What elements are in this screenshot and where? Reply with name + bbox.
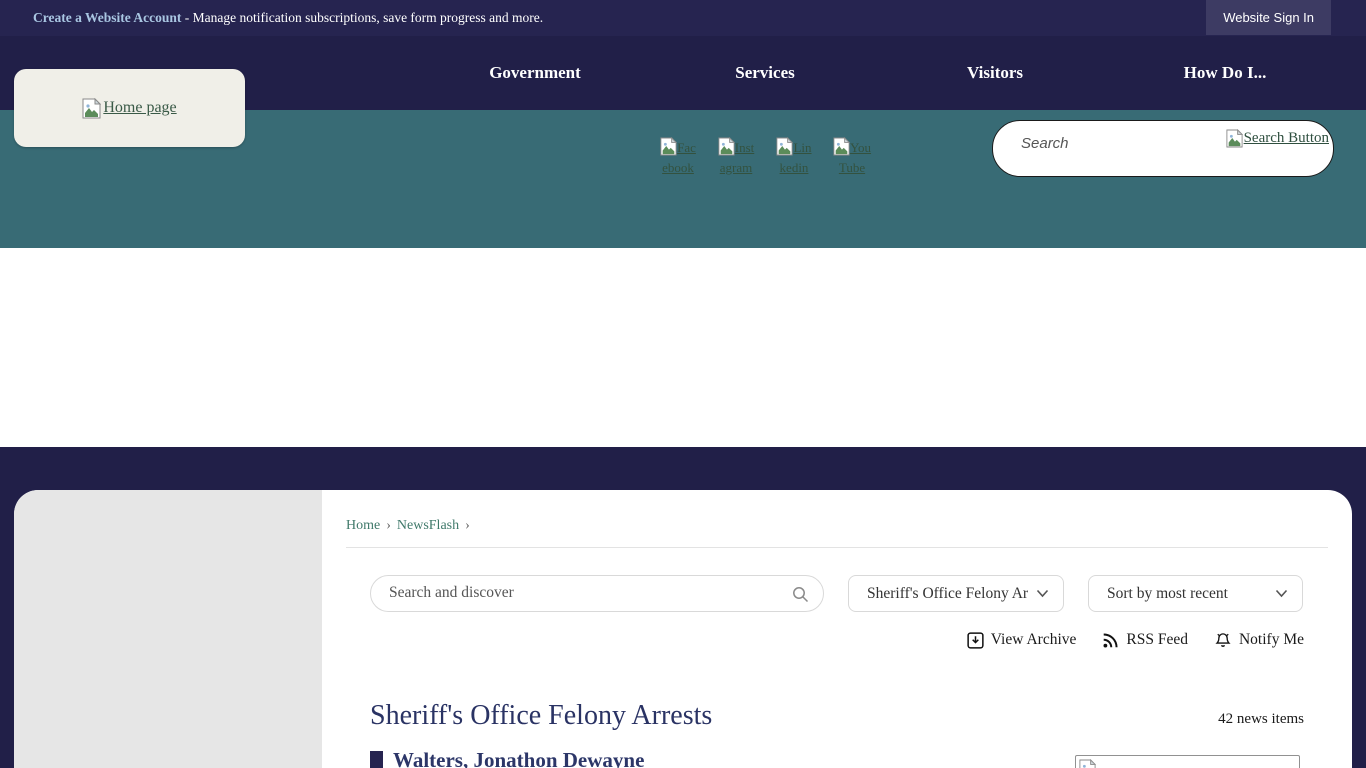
news-search-input[interactable]: [389, 584, 769, 602]
breadcrumb-separator: ›: [465, 518, 470, 533]
heading-row: Sheriff's Office Felony Arrests 42 news …: [370, 700, 1304, 732]
breadcrumb: Home › NewsFlash ›: [346, 518, 1328, 534]
news-item-bullet: [370, 751, 383, 768]
news-search-box: [370, 575, 824, 612]
primary-nav: Government Services Visitors How Do I...: [420, 36, 1340, 110]
create-account-link[interactable]: Create a Website Account: [33, 10, 181, 25]
notify-me-link[interactable]: Notify Me: [1214, 631, 1304, 649]
nav-item-how-do-i[interactable]: How Do I...: [1110, 36, 1340, 110]
breadcrumb-separator: ›: [386, 518, 391, 533]
news-count: 42 news items: [1218, 711, 1304, 732]
home-page-link[interactable]: Home page: [82, 98, 176, 119]
account-promo-desc: - Manage notification subscriptions, sav…: [181, 10, 543, 25]
notify-me-label: Notify Me: [1239, 631, 1304, 649]
nav-item-government[interactable]: Government: [420, 36, 650, 110]
search-icon[interactable]: [791, 585, 810, 604]
main-nav-bar: Home page Government Services Visitors H…: [0, 36, 1366, 110]
broken-image-icon: [1226, 129, 1243, 148]
breadcrumb-home-link[interactable]: Home: [346, 518, 380, 533]
home-logo-box[interactable]: Home page: [14, 69, 245, 147]
view-archive-label: View Archive: [991, 631, 1077, 649]
news-item-thumbnail[interactable]: [1075, 755, 1300, 768]
content-spacer: [0, 248, 1366, 447]
sort-dropdown[interactable]: Sort by most recent: [1088, 575, 1303, 612]
site-search-box: Search Button: [992, 120, 1334, 177]
broken-image-icon: [776, 137, 793, 156]
left-sidebar-panel: [14, 490, 322, 768]
rss-feed-link[interactable]: RSS Feed: [1102, 631, 1188, 649]
breadcrumb-newsflash-link[interactable]: NewsFlash: [397, 518, 459, 533]
filter-row: Sheriff's Office Felony Ar Sort by most …: [370, 575, 1304, 612]
facebook-link[interactable]: Facebook: [658, 137, 698, 178]
news-item-title-link[interactable]: Walters, Jonathon Dewayne: [393, 748, 644, 768]
chevron-down-icon: [1275, 589, 1288, 598]
breadcrumb-divider: [346, 547, 1328, 548]
rss-icon: [1102, 632, 1119, 649]
youtube-link[interactable]: YouTube: [832, 137, 872, 178]
sort-dropdown-value: Sort by most recent: [1107, 585, 1228, 603]
page-title: Sheriff's Office Felony Arrests: [370, 700, 712, 732]
content-card: Home › NewsFlash › Sheriff's Office Felony …: [14, 490, 1352, 768]
site-search-button[interactable]: Search Button: [1226, 129, 1329, 148]
action-row: View Archive RSS Feed: [370, 631, 1304, 649]
category-dropdown[interactable]: Sheriff's Office Felony Ar: [848, 575, 1064, 612]
home-page-link-label: Home page: [103, 99, 176, 117]
broken-image-icon: [833, 137, 850, 156]
nav-item-services[interactable]: Services: [650, 36, 880, 110]
newsflash-module: Sheriff's Office Felony Ar Sort by most …: [370, 575, 1304, 768]
archive-icon: [967, 632, 984, 649]
main-content: Home › NewsFlash › Sheriff's Office Felony …: [322, 490, 1352, 768]
social-links: Facebook Instagram Linkedin: [658, 137, 872, 178]
rss-feed-label: RSS Feed: [1126, 631, 1188, 649]
broken-image-icon: [660, 137, 677, 156]
broken-image-icon: [1079, 759, 1096, 768]
page-body: Home › NewsFlash › Sheriff's Office Felony …: [0, 447, 1366, 768]
chevron-down-icon: [1036, 589, 1049, 598]
broken-image-icon: [82, 98, 101, 119]
category-dropdown-value: Sheriff's Office Felony Ar: [867, 585, 1028, 603]
view-archive-link[interactable]: View Archive: [967, 631, 1077, 649]
site-search-button-label: Search Button: [1244, 130, 1329, 147]
linkedin-link[interactable]: Linkedin: [774, 137, 814, 178]
account-promo-text: Create a Website Account - Manage notifi…: [33, 10, 543, 26]
bell-icon: [1214, 631, 1232, 649]
instagram-link[interactable]: Instagram: [716, 137, 756, 178]
website-sign-in-button[interactable]: Website Sign In: [1206, 0, 1331, 35]
site-search-input[interactable]: [1021, 135, 1211, 152]
broken-image-icon: [718, 137, 735, 156]
nav-item-visitors[interactable]: Visitors: [880, 36, 1110, 110]
top-utility-bar: Create a Website Account - Manage notifi…: [0, 0, 1366, 36]
